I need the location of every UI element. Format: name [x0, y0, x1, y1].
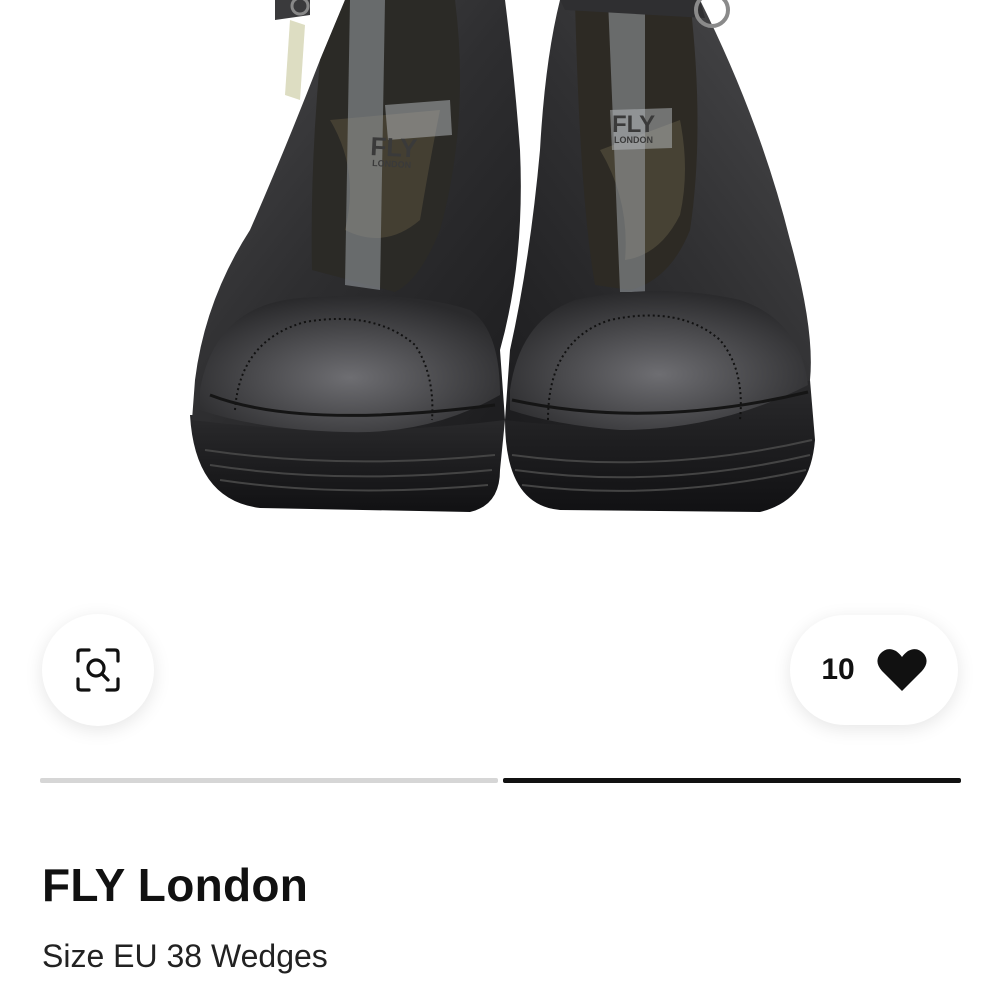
zoom-search-icon	[76, 648, 120, 692]
svg-text:LONDON: LONDON	[614, 135, 653, 145]
product-photo[interactable]: FLY LONDON FLY LONDON	[0, 0, 1000, 600]
svg-text:FLY: FLY	[612, 111, 655, 138]
right-shoe: FLY LONDON	[505, 0, 815, 512]
product-subtitle: Size EU 38 Wedges	[42, 938, 328, 974]
favorite-button[interactable]: 10	[790, 615, 958, 725]
gallery-progress-segment-2	[503, 778, 961, 783]
svg-text:LONDON: LONDON	[372, 158, 411, 170]
left-shoe: FLY LONDON	[190, 0, 521, 512]
gallery-progress-segment-1	[40, 778, 498, 783]
product-brand: FLY London	[42, 859, 309, 911]
shoes-image: FLY LONDON FLY LONDON	[190, 0, 815, 512]
heart-icon	[877, 649, 927, 691]
favorite-count: 10	[821, 653, 855, 686]
zoom-button[interactable]	[42, 614, 154, 726]
